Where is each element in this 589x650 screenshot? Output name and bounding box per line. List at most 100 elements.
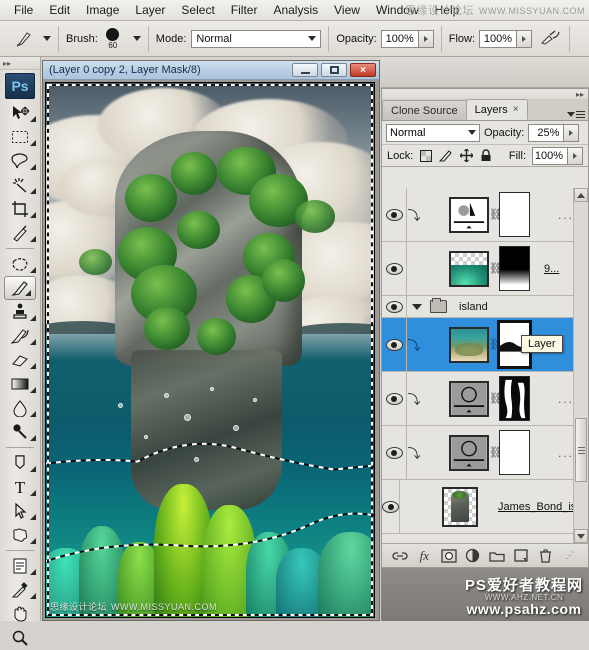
- menu-view[interactable]: View: [326, 1, 368, 19]
- layer-thumbnail[interactable]: [449, 380, 489, 417]
- layer-visibility-toggle[interactable]: [382, 480, 400, 533]
- link-layers-icon[interactable]: [392, 548, 409, 564]
- menu-select[interactable]: Select: [173, 1, 222, 19]
- blur-tool[interactable]: [0, 396, 40, 420]
- blend-mode-select[interactable]: Normal: [191, 29, 322, 48]
- new-layer-icon[interactable]: [513, 548, 530, 564]
- menu-window[interactable]: Window: [368, 1, 427, 19]
- tab-layers[interactable]: Layers ×: [465, 99, 528, 120]
- layer-fill-slider-button[interactable]: [568, 146, 583, 165]
- panel-menu-button[interactable]: [567, 111, 585, 118]
- hand-tool[interactable]: [0, 602, 40, 626]
- brush-preview[interactable]: 60: [100, 27, 126, 50]
- zoom-tool[interactable]: [0, 626, 40, 650]
- flow-slider-button[interactable]: [517, 29, 533, 48]
- table-row[interactable]: ⤵ ⛓ ...: [382, 372, 588, 426]
- brush-tool-preset-icon[interactable]: [10, 27, 38, 51]
- panel-collapse-handle[interactable]: ▸▸: [382, 89, 588, 99]
- layer-list-scrollbar[interactable]: [573, 188, 588, 543]
- gradient-tool[interactable]: [0, 372, 40, 396]
- tab-clone-source[interactable]: Clone Source: [382, 100, 467, 120]
- lock-position-icon[interactable]: [459, 149, 473, 163]
- new-group-icon[interactable]: [489, 548, 506, 564]
- layer-visibility-toggle[interactable]: [382, 426, 407, 479]
- layer-visibility-toggle[interactable]: [382, 188, 407, 241]
- layer-fill-input[interactable]: 100%: [532, 146, 568, 165]
- toolbox-collapse-handle[interactable]: ▸▸: [0, 57, 40, 70]
- mask-link-icon[interactable]: ⛓: [489, 446, 503, 459]
- table-row[interactable]: ⤵ ⛓ ...: [382, 188, 588, 242]
- delete-layer-icon[interactable]: [537, 548, 554, 564]
- horizontal-type-tool[interactable]: T: [0, 475, 40, 499]
- scrollbar-thumb[interactable]: [575, 418, 587, 482]
- layer-mask-thumbnail[interactable]: [499, 430, 530, 475]
- table-row[interactable]: ⤵ ⛓ ...: [382, 426, 588, 480]
- flow-control[interactable]: 100%: [479, 29, 533, 48]
- brush-tool[interactable]: [4, 276, 36, 300]
- lock-image-pixels-icon[interactable]: [439, 149, 453, 163]
- opacity-control[interactable]: 100%: [380, 29, 434, 48]
- layer-mask-thumbnail[interactable]: [499, 246, 530, 291]
- opacity-slider-button[interactable]: [418, 29, 434, 48]
- notes-tool[interactable]: [0, 554, 40, 578]
- scroll-down-button[interactable]: [574, 529, 588, 543]
- maximize-button[interactable]: [321, 63, 347, 77]
- table-row[interactable]: island: [382, 296, 588, 318]
- layer-visibility-toggle[interactable]: [382, 296, 407, 317]
- layer-mask-thumbnail[interactable]: [499, 192, 530, 237]
- lock-all-icon[interactable]: [479, 149, 493, 163]
- layer-thumbnail[interactable]: [449, 326, 489, 363]
- menu-image[interactable]: Image: [78, 1, 127, 19]
- crop-tool[interactable]: [0, 197, 40, 221]
- layer-thumbnail[interactable]: [449, 250, 489, 287]
- new-adjustment-layer-icon[interactable]: [464, 548, 481, 564]
- tab-layers-close-icon[interactable]: ×: [513, 104, 519, 115]
- menu-analysis[interactable]: Analysis: [265, 1, 326, 19]
- close-button[interactable]: ×: [350, 63, 376, 77]
- menu-file[interactable]: File: [6, 1, 41, 19]
- menu-filter[interactable]: Filter: [223, 1, 266, 19]
- history-brush-tool[interactable]: [0, 324, 40, 348]
- lock-transparent-pixels-icon[interactable]: [419, 149, 433, 163]
- layer-thumbnail[interactable]: [449, 434, 489, 471]
- layer-opacity-slider-button[interactable]: [564, 123, 580, 142]
- minimize-button[interactable]: [292, 63, 318, 77]
- layer-thumbnail[interactable]: [442, 486, 478, 527]
- rectangular-marquee-tool[interactable]: [0, 125, 40, 149]
- clone-stamp-tool[interactable]: [0, 300, 40, 324]
- opacity-input[interactable]: 100%: [380, 29, 419, 48]
- menu-help[interactable]: Help: [427, 1, 468, 19]
- lasso-tool[interactable]: [0, 149, 40, 173]
- layer-visibility-toggle[interactable]: [382, 372, 407, 425]
- mask-link-icon[interactable]: ⛓: [489, 262, 503, 275]
- scroll-up-button[interactable]: [574, 188, 588, 202]
- document-title-bar[interactable]: (Layer 0 copy 2, Layer Mask/8) ×: [43, 61, 379, 80]
- layer-name[interactable]: 9...: [544, 263, 559, 275]
- mask-link-icon[interactable]: ⛓: [489, 338, 503, 351]
- magic-wand-tool[interactable]: [0, 173, 40, 197]
- eyedropper-tool[interactable]: [0, 578, 40, 602]
- dodge-tool[interactable]: [0, 420, 40, 444]
- add-layer-mask-icon[interactable]: [440, 548, 457, 564]
- table-row[interactable]: ⛓ 9...: [382, 242, 588, 296]
- slice-tool[interactable]: [0, 221, 40, 245]
- layer-visibility-toggle[interactable]: [382, 242, 407, 295]
- layer-opacity-input[interactable]: 25%: [528, 123, 565, 142]
- menu-edit[interactable]: Edit: [41, 1, 78, 19]
- group-expand-chevron-down-icon[interactable]: [412, 303, 422, 310]
- layer-style-fx-icon[interactable]: fx: [416, 548, 433, 564]
- pen-tool[interactable]: [0, 451, 40, 475]
- mask-link-icon[interactable]: ⛓: [489, 392, 503, 405]
- flow-input[interactable]: 100%: [479, 29, 518, 48]
- group-name[interactable]: island: [459, 301, 488, 313]
- canvas-viewport[interactable]: 思缘设计论坛 WWW.MISSYUAN.COM: [43, 80, 379, 620]
- layer-visibility-toggle[interactable]: [382, 318, 407, 371]
- patch-healing-tool[interactable]: [0, 252, 40, 276]
- artwork-canvas[interactable]: 思缘设计论坛 WWW.MISSYUAN.COM: [45, 82, 375, 618]
- mask-link-icon[interactable]: ⛓: [489, 208, 503, 221]
- eraser-tool[interactable]: [0, 348, 40, 372]
- menu-layer[interactable]: Layer: [127, 1, 173, 19]
- layer-list[interactable]: ⤵ ⛓ ... ⛓ 9... island ⤵ ⛓ ⤵ ⛓ ... ⤵ ⛓ ..…: [382, 188, 588, 543]
- custom-shape-tool[interactable]: [0, 523, 40, 547]
- path-selection-tool[interactable]: [0, 499, 40, 523]
